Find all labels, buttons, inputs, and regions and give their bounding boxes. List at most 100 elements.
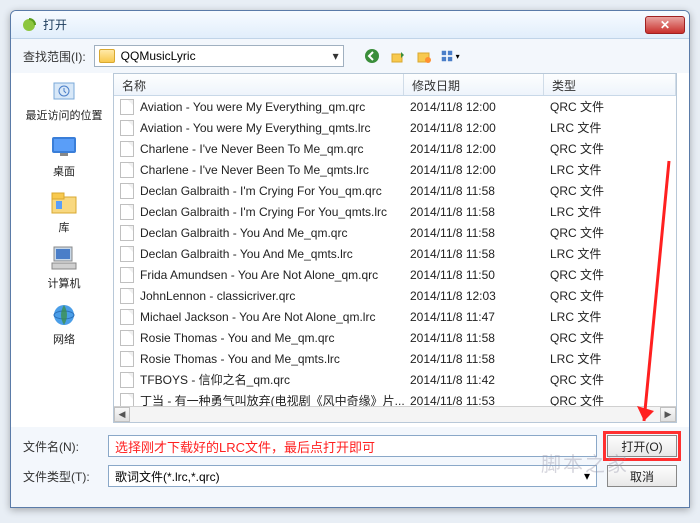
file-row[interactable]: JohnLennon - classicriver.qrc2014/11/8 1… — [114, 285, 676, 306]
file-list[interactable]: Aviation - You were My Everything_qm.qrc… — [114, 96, 676, 406]
up-button[interactable] — [388, 46, 408, 66]
file-type: LRC 文件 — [550, 245, 601, 262]
file-row[interactable]: Aviation - You were My Everything_qm.qrc… — [114, 96, 676, 117]
file-name: Aviation - You were My Everything_qm.qrc — [140, 100, 410, 114]
sidebar-recent[interactable]: 最近访问的位置 — [24, 75, 105, 125]
scroll-right-button[interactable]: ▶ — [660, 407, 676, 422]
file-date: 2014/11/8 12:03 — [410, 289, 550, 303]
file-icon — [120, 330, 134, 346]
file-type: QRC 文件 — [550, 98, 604, 115]
file-type: LRC 文件 — [550, 350, 601, 367]
col-date[interactable]: 修改日期 — [404, 74, 544, 95]
file-name: Declan Galbraith - You And Me_qmts.lrc — [140, 247, 410, 261]
bottom-panel: 文件名(N): 打开(O) 文件类型(T): 歌词文件(*.lrc,*.qrc)… — [11, 427, 689, 507]
libraries-icon — [48, 189, 80, 217]
file-row[interactable]: Declan Galbraith - I'm Crying For You_qm… — [114, 201, 676, 222]
file-name: Rosie Thomas - You and Me_qm.qrc — [140, 331, 410, 345]
file-date: 2014/11/8 12:00 — [410, 100, 550, 114]
toolbar-buttons: ▾ — [362, 46, 460, 66]
file-row[interactable]: Charlene - I've Never Been To Me_qmts.lr… — [114, 159, 676, 180]
scroll-track[interactable] — [130, 407, 660, 422]
file-list-area: 名称 修改日期 类型 Aviation - You were My Everyt… — [113, 73, 677, 423]
filename-label: 文件名(N): — [23, 438, 98, 455]
file-type: LRC 文件 — [550, 203, 601, 220]
file-icon — [120, 288, 134, 304]
file-date: 2014/11/8 11:58 — [410, 205, 550, 219]
chevron-down-icon: ▾ — [584, 469, 590, 483]
file-date: 2014/11/8 12:00 — [410, 163, 550, 177]
titlebar: 打开 ✕ — [11, 11, 689, 39]
file-date: 2014/11/8 11:53 — [410, 394, 550, 407]
file-type: LRC 文件 — [550, 119, 601, 136]
file-name: JohnLennon - classicriver.qrc — [140, 289, 410, 303]
file-name: Rosie Thomas - You and Me_qmts.lrc — [140, 352, 410, 366]
file-icon — [120, 309, 134, 325]
horizontal-scrollbar[interactable]: ◀ ▶ — [114, 406, 676, 422]
file-icon — [120, 225, 134, 241]
file-icon — [120, 372, 134, 388]
toolbar: 查找范围(I): QQMusicLyric ▾ ▾ — [11, 39, 689, 73]
file-date: 2014/11/8 11:58 — [410, 331, 550, 345]
file-row[interactable]: Michael Jackson - You Are Not Alone_qm.l… — [114, 306, 676, 327]
file-icon — [120, 393, 134, 407]
file-name: Declan Galbraith - I'm Crying For You_qm… — [140, 184, 410, 198]
col-type[interactable]: 类型 — [544, 74, 676, 95]
file-type: QRC 文件 — [550, 287, 604, 304]
path-text: QQMusicLyric — [121, 49, 196, 63]
filetype-value: 歌词文件(*.lrc,*.qrc) — [115, 468, 220, 485]
file-icon — [120, 204, 134, 220]
col-name[interactable]: 名称 — [114, 74, 404, 95]
file-icon — [120, 246, 134, 262]
recent-icon — [48, 77, 80, 105]
cancel-button[interactable]: 取消 — [607, 465, 677, 487]
column-headers: 名称 修改日期 类型 — [114, 74, 676, 96]
file-date: 2014/11/8 11:58 — [410, 247, 550, 261]
file-icon — [120, 183, 134, 199]
sidebar-desktop[interactable]: 桌面 — [46, 131, 82, 181]
file-name: Charlene - I've Never Been To Me_qmts.lr… — [140, 163, 410, 177]
sidebar-computer[interactable]: 计算机 — [46, 243, 83, 293]
places-sidebar: 最近访问的位置 桌面 库 计算机 网络 — [23, 73, 105, 423]
path-dropdown[interactable]: QQMusicLyric ▾ — [94, 45, 344, 67]
file-icon — [120, 99, 134, 115]
file-date: 2014/11/8 11:47 — [410, 310, 550, 324]
file-row[interactable]: Charlene - I've Never Been To Me_qm.qrc2… — [114, 138, 676, 159]
file-row[interactable]: TFBOYS - 信仰之名_qm.qrc2014/11/8 11:42QRC 文… — [114, 369, 676, 390]
open-dialog: 打开 ✕ 查找范围(I): QQMusicLyric ▾ ▾ 最近访问的位置 桌… — [10, 10, 690, 508]
file-row[interactable]: Rosie Thomas - You and Me_qmts.lrc2014/1… — [114, 348, 676, 369]
sidebar-libraries[interactable]: 库 — [46, 187, 82, 237]
file-name: Michael Jackson - You Are Not Alone_qm.l… — [140, 310, 410, 324]
window-title: 打开 — [43, 16, 645, 33]
computer-icon — [48, 245, 80, 273]
file-row[interactable]: Declan Galbraith - You And Me_qmts.lrc20… — [114, 243, 676, 264]
file-date: 2014/11/8 11:58 — [410, 352, 550, 366]
close-button[interactable]: ✕ — [645, 16, 685, 34]
file-row[interactable]: Frida Amundsen - You Are Not Alone_qm.qr… — [114, 264, 676, 285]
file-type: QRC 文件 — [550, 371, 604, 388]
file-row[interactable]: Rosie Thomas - You and Me_qm.qrc2014/11/… — [114, 327, 676, 348]
file-type: QRC 文件 — [550, 392, 604, 406]
file-row[interactable]: 丁当 - 有一种勇气叫放弃(电视剧《风中奇缘》片...2014/11/8 11:… — [114, 390, 676, 406]
back-button[interactable] — [362, 46, 382, 66]
new-folder-button[interactable] — [414, 46, 434, 66]
file-icon — [120, 162, 134, 178]
file-name: TFBOYS - 信仰之名_qm.qrc — [140, 371, 410, 388]
file-icon — [120, 351, 134, 367]
file-name: Charlene - I've Never Been To Me_qm.qrc — [140, 142, 410, 156]
scroll-left-button[interactable]: ◀ — [114, 407, 130, 422]
file-row[interactable]: Declan Galbraith - I'm Crying For You_qm… — [114, 180, 676, 201]
file-row[interactable]: Aviation - You were My Everything_qmts.l… — [114, 117, 676, 138]
file-type: QRC 文件 — [550, 329, 604, 346]
app-icon — [21, 17, 37, 33]
file-row[interactable]: Declan Galbraith - You And Me_qm.qrc2014… — [114, 222, 676, 243]
file-type: QRC 文件 — [550, 182, 604, 199]
sidebar-network[interactable]: 网络 — [46, 299, 82, 349]
view-menu-button[interactable]: ▾ — [440, 46, 460, 66]
file-name: 丁当 - 有一种勇气叫放弃(电视剧《风中奇缘》片... — [140, 392, 410, 406]
open-button[interactable]: 打开(O) — [607, 435, 677, 457]
file-date: 2014/11/8 12:00 — [410, 121, 550, 135]
filetype-label: 文件类型(T): — [23, 468, 98, 485]
filetype-dropdown[interactable]: 歌词文件(*.lrc,*.qrc) ▾ — [108, 465, 597, 487]
filename-input[interactable] — [108, 435, 597, 457]
file-name: Frida Amundsen - You Are Not Alone_qm.qr… — [140, 268, 410, 282]
